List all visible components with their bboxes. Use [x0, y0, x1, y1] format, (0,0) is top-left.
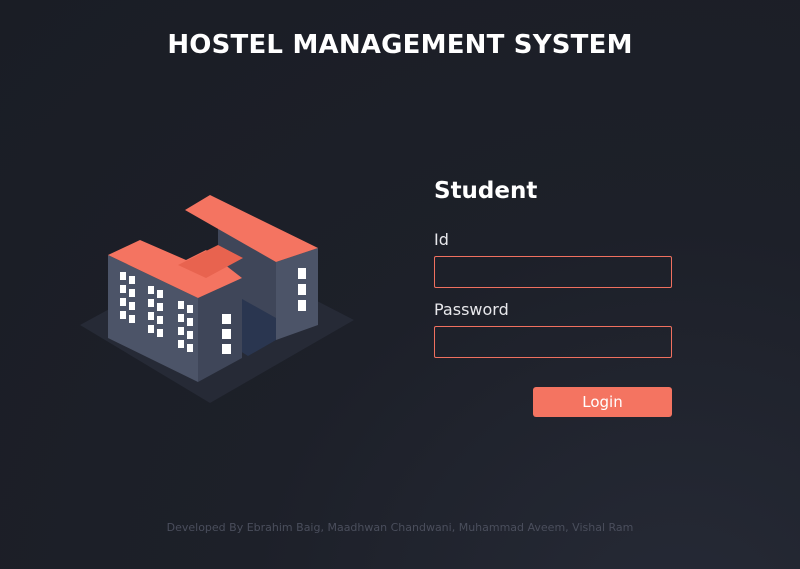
app-title: HOSTEL MANAGEMENT SYSTEM	[167, 30, 633, 60]
password-label: Password	[434, 300, 509, 319]
hostel-building-illustration	[78, 190, 358, 410]
login-heading: Student	[434, 178, 538, 204]
login-button[interactable]: Login	[533, 387, 672, 417]
id-label: Id	[434, 230, 449, 249]
id-input[interactable]	[434, 256, 672, 288]
password-input[interactable]	[434, 326, 672, 358]
login-panel: Student Id Password Login	[434, 178, 674, 417]
hostel-building-icon	[80, 195, 354, 403]
footer-credit: Developed By Ebrahim Baig, Maadhwan Chan…	[166, 521, 634, 534]
